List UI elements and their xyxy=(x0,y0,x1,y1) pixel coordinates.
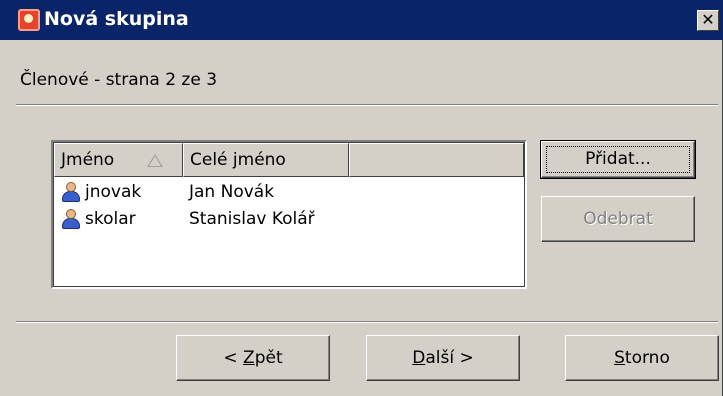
list-item-login: skolar xyxy=(85,209,136,229)
back-button-prefix: < xyxy=(223,348,244,368)
column-header-empty[interactable] xyxy=(349,143,524,177)
list-item-full-name: Stanislav Kolář xyxy=(189,209,315,229)
column-header-name[interactable]: Jméno xyxy=(54,143,183,177)
members-list[interactable]: Jméno Celé jméno jnovak Jan Novák skolar… xyxy=(51,140,527,289)
close-button[interactable]: ✕ xyxy=(697,10,719,31)
back-button-label: pět xyxy=(254,348,283,368)
back-button-accelerator: Z xyxy=(243,348,255,368)
group-app-icon xyxy=(18,9,40,31)
list-item[interactable]: jnovak Jan Novák xyxy=(54,179,524,205)
window-title: Nová skupina xyxy=(44,8,189,30)
title-bar[interactable]: Nová skupina ✕ xyxy=(0,0,723,40)
column-header-full-name[interactable]: Celé jméno xyxy=(183,143,349,177)
next-button-label: alší > xyxy=(425,348,474,368)
focus-rectangle xyxy=(546,146,690,173)
remove-button[interactable]: Odebrat xyxy=(541,196,695,242)
cancel-button-accelerator: S xyxy=(614,348,625,368)
list-header: Jméno Celé jméno xyxy=(54,143,524,177)
cancel-button[interactable]: Storno xyxy=(565,335,719,381)
user-icon xyxy=(61,182,81,202)
dialog-window: Nová skupina ✕ Členové - strana 2 ze 3 J… xyxy=(0,0,723,396)
separator-bottom xyxy=(16,321,718,323)
back-button[interactable]: < Zpět xyxy=(176,335,330,381)
next-button[interactable]: Další > xyxy=(366,335,520,381)
list-item-login: jnovak xyxy=(85,182,142,202)
list-item[interactable]: skolar Stanislav Kolář xyxy=(54,206,524,232)
page-subtitle: Členové - strana 2 ze 3 xyxy=(20,70,218,90)
close-icon: ✕ xyxy=(701,10,715,29)
sort-ascending-icon xyxy=(147,154,163,167)
column-header-name-label: Jméno xyxy=(61,150,115,170)
cancel-button-label: torno xyxy=(624,348,670,368)
user-icon xyxy=(61,209,81,229)
add-button[interactable]: Přidat... xyxy=(540,140,696,179)
separator-top xyxy=(16,104,718,106)
next-button-accelerator: D xyxy=(412,348,426,368)
list-item-full-name: Jan Novák xyxy=(189,182,275,202)
column-header-full-name-label: Celé jméno xyxy=(190,150,286,170)
remove-button-label: Odebrat xyxy=(583,209,653,229)
